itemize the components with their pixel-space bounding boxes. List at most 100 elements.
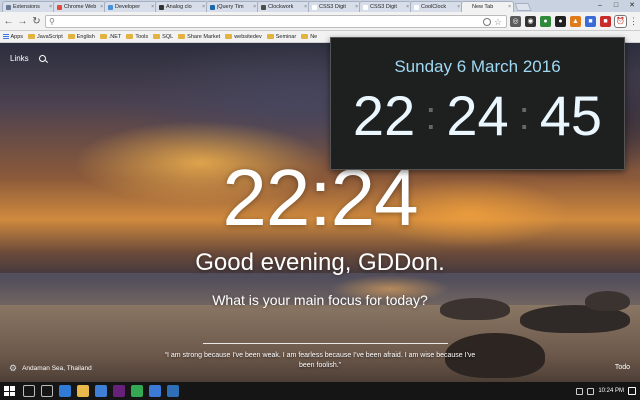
minimize-icon[interactable]: –: [592, 0, 608, 12]
bookmark-apps[interactable]: Apps: [3, 34, 23, 40]
folder-icon: [266, 34, 274, 39]
apps-grid-icon: [3, 33, 9, 40]
tab-label: CSS3 Digit: [319, 4, 346, 10]
taskbar: 10:24 PM: [0, 382, 640, 400]
task-view-icon[interactable]: [41, 385, 53, 397]
bookmark-star-icon[interactable]: ☆: [494, 16, 502, 28]
browser-tab[interactable]: Clockwork ×: [257, 1, 310, 12]
tab-label: Extensions: [13, 4, 40, 10]
focus-input[interactable]: [203, 343, 448, 344]
daily-quote: “I am strong because I've been weak. I a…: [164, 352, 476, 369]
bookmark-folder[interactable]: English: [67, 33, 95, 40]
network-icon[interactable]: [576, 387, 584, 395]
gear-icon[interactable]: ⚙: [9, 363, 17, 374]
menu-icon[interactable]: ⋮: [629, 16, 638, 27]
tab-label: CoolClock: [421, 4, 447, 10]
bookmark-folder[interactable]: Seminar: [266, 33, 297, 40]
bookmark-folder[interactable]: .NET: [99, 33, 122, 40]
dark-ext-icon[interactable]: ●: [555, 15, 566, 27]
maximize-icon[interactable]: □: [608, 0, 624, 12]
popup-separator: :: [518, 94, 530, 138]
reader-icon[interactable]: [483, 17, 491, 26]
tab-strip: Extensions × Chrome Web × Developer × Analog c…: [0, 0, 640, 12]
clock-extension-popup: Sunday 6 March 2016 22 : 24 : 45: [330, 37, 625, 170]
folder-icon: [301, 34, 309, 39]
tab-favicon-icon: [159, 4, 164, 10]
bookmark-folder[interactable]: Share Market: [178, 34, 220, 40]
bookmark-label: JavaScript: [37, 33, 63, 40]
store-icon[interactable]: [95, 385, 107, 397]
greeting: Good evening, GDDon.: [195, 249, 445, 276]
windows-start-icon[interactable]: [3, 385, 15, 397]
browser-tab[interactable]: New Tab ×: [461, 1, 514, 12]
photos-icon[interactable]: [167, 385, 179, 397]
photo-info: ⚙ Andaman Sea, Thailand: [9, 363, 92, 374]
browser-tab[interactable]: Chrome Web ×: [53, 1, 106, 12]
folder-icon: [126, 34, 134, 39]
forward-icon[interactable]: →: [17, 16, 28, 27]
search-icon: ⚲: [49, 16, 55, 26]
popup-digital-clock: 22 : 24 : 45: [331, 84, 624, 154]
tray-clock[interactable]: 10:24 PM: [598, 388, 624, 394]
file-explorer-icon[interactable]: [77, 385, 89, 397]
clock-ext-icon[interactable]: ⏰: [614, 14, 627, 28]
popup-seconds: 45: [539, 84, 603, 147]
bookmark-label: English: [76, 33, 95, 40]
folder-icon: [67, 34, 75, 39]
search-taskbar-icon[interactable]: [23, 385, 35, 397]
red-ext-icon[interactable]: ■: [600, 15, 611, 27]
search-icon[interactable]: [38, 55, 46, 62]
popup-separator: :: [425, 94, 437, 138]
bookmark-label: .NET: [108, 33, 122, 40]
bookmark-label: Apps: [10, 33, 24, 40]
photo-location[interactable]: Andaman Sea, Thailand: [22, 365, 92, 372]
browser-tab[interactable]: Extensions ×: [2, 1, 55, 12]
bookmark-folder[interactable]: SQL: [153, 34, 173, 40]
browser-toolbar: ← → ↻ ⚲ ☆ ◎ ◉ ● ● ▲ ■ ■ ⏰ ⋮: [0, 12, 640, 31]
orange-ext-icon[interactable]: ▲: [570, 15, 581, 27]
search-ext-icon[interactable]: ◎: [510, 15, 521, 27]
browser-tab[interactable]: Developer ×: [104, 1, 157, 12]
bookmark-label: Seminar: [275, 33, 297, 40]
chrome-icon[interactable]: [131, 385, 143, 397]
visual-studio-icon[interactable]: [113, 385, 125, 397]
bookmark-label: SQL: [162, 33, 174, 40]
reload-icon[interactable]: ↻: [31, 16, 42, 27]
window-controls: – □ ✕: [592, 0, 640, 12]
bookmark-folder[interactable]: JavaScript: [28, 34, 63, 40]
address-bar[interactable]: ⚲ ☆: [45, 14, 507, 28]
folder-icon: [225, 34, 233, 39]
popup-hours: 22: [352, 84, 416, 147]
bookmark-label: websitedev: [234, 33, 262, 40]
todo-button[interactable]: Todo: [615, 364, 630, 371]
browser-tab[interactable]: CSS3 Digit ×: [359, 1, 412, 12]
tab-favicon-icon: [414, 4, 419, 10]
bookmark-folder[interactable]: Tools: [126, 34, 148, 40]
tab-favicon-icon: [465, 4, 470, 10]
chrome-ext-icon[interactable]: ●: [540, 15, 551, 27]
folder-icon: [28, 34, 36, 39]
browser-tab[interactable]: CSS3 Digit ×: [308, 1, 361, 12]
windows-icon[interactable]: [149, 385, 161, 397]
browser-tab[interactable]: Analog clo ×: [155, 1, 208, 12]
popup-minutes: 24: [446, 84, 509, 147]
browser-tab[interactable]: CoolClock ×: [410, 1, 463, 12]
tab-close-icon[interactable]: ×: [508, 2, 513, 12]
tab-label: New Tab: [472, 4, 494, 10]
new-tab-button[interactable]: [514, 3, 532, 11]
notifications-icon[interactable]: [628, 387, 636, 395]
popup-date: Sunday 6 March 2016: [394, 57, 561, 76]
bookmark-folder[interactable]: websitedev: [225, 34, 262, 40]
folder-icon: [178, 34, 186, 39]
browser-tab[interactable]: jQuery Tim ×: [206, 1, 259, 12]
back-icon[interactable]: ←: [3, 16, 14, 27]
links-menu[interactable]: Links: [10, 54, 46, 63]
edge-icon[interactable]: [59, 385, 71, 397]
close-icon[interactable]: ✕: [624, 0, 640, 12]
blue-ext-icon[interactable]: ■: [585, 15, 596, 27]
tab-favicon-icon: [210, 4, 215, 10]
links-label[interactable]: Links: [10, 54, 29, 63]
eye-ext-icon[interactable]: ◉: [525, 15, 536, 27]
bookmark-folder[interactable]: Ne: [301, 34, 317, 40]
volume-icon[interactable]: [587, 387, 595, 395]
